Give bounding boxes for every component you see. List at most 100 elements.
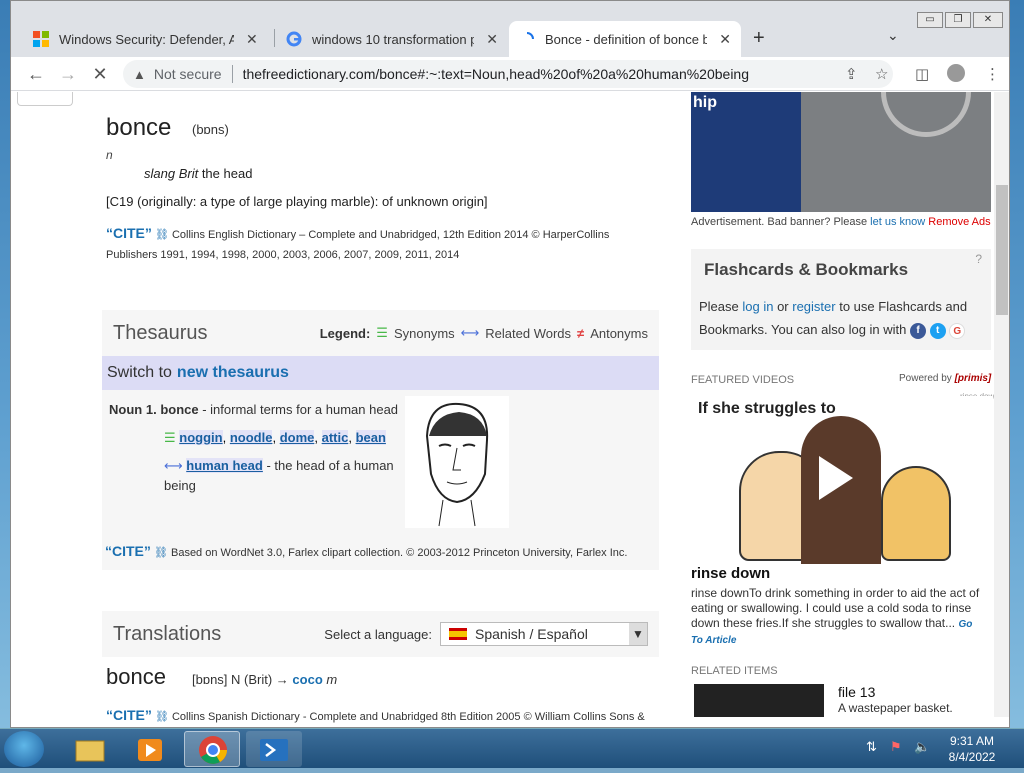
- back-icon[interactable]: ←: [23, 61, 49, 87]
- taskbar-chrome[interactable]: [184, 731, 240, 767]
- let-us-know-link[interactable]: let us know: [870, 216, 925, 228]
- related-items-label: RELATED ITEMS: [691, 665, 778, 677]
- sense-text: the head: [198, 166, 253, 181]
- noun-label: Noun: [109, 402, 143, 417]
- media-player-icon: [138, 739, 162, 761]
- google-icon: [286, 31, 302, 47]
- taskbar-media-player[interactable]: [122, 731, 178, 767]
- cartoon-person-right: [881, 466, 951, 561]
- tab-google-search[interactable]: windows 10 transformation pack ✕: [276, 21, 508, 57]
- share-icon[interactable]: ⇪: [845, 65, 858, 83]
- start-button[interactable]: [4, 731, 44, 767]
- facebook-icon[interactable]: f: [910, 322, 927, 339]
- tab-search-button[interactable]: ⌄: [887, 27, 899, 44]
- legend-related: Related Words: [485, 325, 572, 341]
- language-dropdown[interactable]: Spanish / Español ▼: [440, 622, 648, 646]
- video-title[interactable]: rinse down: [691, 565, 770, 582]
- link-icon[interactable]: ⛓: [155, 711, 169, 723]
- tab-windows-security[interactable]: Windows Security: Defender, Ant ✕: [23, 21, 275, 57]
- tab-close-icon[interactable]: ✕: [246, 31, 258, 48]
- cite-button[interactable]: “CITE”: [106, 225, 152, 241]
- thesaurus-header: Thesaurus Legend: ☰ Synonyms ⟷ Related Wor…: [102, 310, 659, 356]
- chevron-down-icon[interactable]: ▼: [629, 623, 647, 645]
- related-words-icon: ⟷: [164, 458, 183, 473]
- address-bar[interactable]: ▲ Not secure thefreedictionary.com/bonce…: [123, 60, 893, 88]
- video-player[interactable]: If she struggles to: [691, 396, 993, 564]
- taskbar-explorer[interactable]: [62, 731, 118, 767]
- taskbar-powershell[interactable]: [246, 731, 302, 767]
- cite-button[interactable]: “CITE”: [105, 543, 151, 559]
- translations-panel: Translations Select a language: Spanish …: [102, 611, 659, 657]
- synonym-link[interactable]: noggin: [179, 430, 223, 445]
- ad-notice: Advertisement. Bad banner? Please let us…: [691, 216, 991, 228]
- action-center-icon[interactable]: ⚑: [890, 739, 902, 755]
- spain-flag-icon: [449, 628, 467, 640]
- translation-link[interactable]: coco: [292, 672, 322, 687]
- synonym-link[interactable]: bean: [355, 430, 386, 445]
- synonym-link[interactable]: dome: [279, 430, 315, 445]
- related-word-link[interactable]: human head: [186, 458, 263, 473]
- translation-headword: bonce: [106, 664, 166, 689]
- help-icon[interactable]: ?: [975, 252, 982, 266]
- tab-bonce-definition[interactable]: Bonce - definition of bonce by Th ✕: [509, 21, 741, 57]
- video-desc-text: rinse downTo drink something in order to…: [691, 586, 980, 630]
- select-language-label: Select a language:: [324, 626, 432, 642]
- remove-ads-link[interactable]: Remove Ads: [928, 216, 990, 228]
- link-icon[interactable]: ⛓: [154, 547, 168, 559]
- folder-icon: [75, 740, 105, 762]
- translation-entry: [bɒns] N (Brit) → coco m: [192, 672, 337, 687]
- legend-label: Legend:: [319, 325, 371, 341]
- sense-definition: slang Brit the head: [144, 166, 252, 181]
- featured-videos-label: FEATURED VIDEOS: [691, 374, 795, 386]
- related-word-entry: ⟷ human head - the head of a human being: [164, 456, 404, 496]
- menu-icon[interactable]: ⋮: [985, 65, 1000, 83]
- legend-synonyms: Synonyms: [393, 325, 455, 341]
- related-item-thumbnail[interactable]: [694, 684, 824, 717]
- flashcards-box: Flashcards & Bookmarks ? Please log in o…: [691, 249, 991, 350]
- register-link[interactable]: register: [792, 299, 835, 314]
- url-text[interactable]: thefreedictionary.com/bonce#:~:text=Noun…: [243, 66, 803, 82]
- translation-gender: m: [322, 672, 338, 687]
- new-thesaurus-link[interactable]: new thesaurus: [177, 364, 289, 382]
- cite-button[interactable]: “CITE”: [106, 707, 152, 723]
- clock[interactable]: 9:31 AM 8/4/2022: [947, 733, 997, 765]
- page-content: bonce (bɒns) n slang Brit the head [C19 …: [11, 92, 1009, 727]
- synonym-link[interactable]: attic: [321, 430, 349, 445]
- stop-loading-icon[interactable]: ✕: [87, 61, 113, 87]
- maximize-button[interactable]: ❐: [945, 12, 971, 28]
- forward-icon[interactable]: →: [55, 61, 81, 87]
- link-icon[interactable]: ⛓: [155, 229, 169, 241]
- play-icon[interactable]: [819, 456, 853, 500]
- google-login-icon[interactable]: G: [949, 322, 966, 339]
- language-selector: Select a language: Spanish / Español ▼: [324, 622, 648, 646]
- minimize-button[interactable]: ▭: [917, 12, 943, 28]
- new-tab-button[interactable]: +: [753, 27, 765, 50]
- sidepanel-icon[interactable]: ◫: [915, 65, 929, 83]
- bookmark-star-icon[interactable]: ☆: [875, 65, 888, 83]
- tab-close-icon[interactable]: ✕: [719, 31, 731, 48]
- network-icon[interactable]: ⇅: [866, 739, 877, 755]
- translations-title: Translations: [113, 622, 222, 645]
- ad-text: hip: [693, 94, 717, 111]
- page-scrollbar[interactable]: [994, 92, 1009, 717]
- close-window-button[interactable]: ✕: [973, 12, 1003, 28]
- desktop: Windows Security: Defender, Ant ✕ window…: [0, 0, 1024, 768]
- twitter-icon[interactable]: t: [929, 322, 946, 339]
- wordnet-citation: “CITE” ⛓ Based on WordNet 3.0, Farlex cl…: [105, 543, 627, 559]
- sense-number: 1.: [145, 402, 157, 417]
- powered-by-text: Powered by: [899, 373, 952, 384]
- tab-close-icon[interactable]: ✕: [486, 31, 498, 48]
- login-link[interactable]: log in: [742, 299, 773, 314]
- advertisement-banner[interactable]: hip: [691, 92, 991, 212]
- clock-time: 9:31 AM: [949, 734, 995, 748]
- warning-icon: ▲: [133, 66, 146, 82]
- synonym-link[interactable]: noodle: [229, 430, 273, 445]
- scrollbar-thumb[interactable]: [996, 185, 1008, 315]
- pronunciation: (bɒns): [192, 122, 229, 137]
- profile-icon[interactable]: [947, 64, 965, 82]
- antonyms-icon: ≠: [577, 325, 585, 341]
- related-item-title[interactable]: file 13: [838, 684, 875, 700]
- translations-header: Translations Select a language: Spanish …: [102, 611, 659, 657]
- primis-logo[interactable]: [primis]: [955, 373, 992, 384]
- volume-icon[interactable]: 🔈: [914, 739, 930, 755]
